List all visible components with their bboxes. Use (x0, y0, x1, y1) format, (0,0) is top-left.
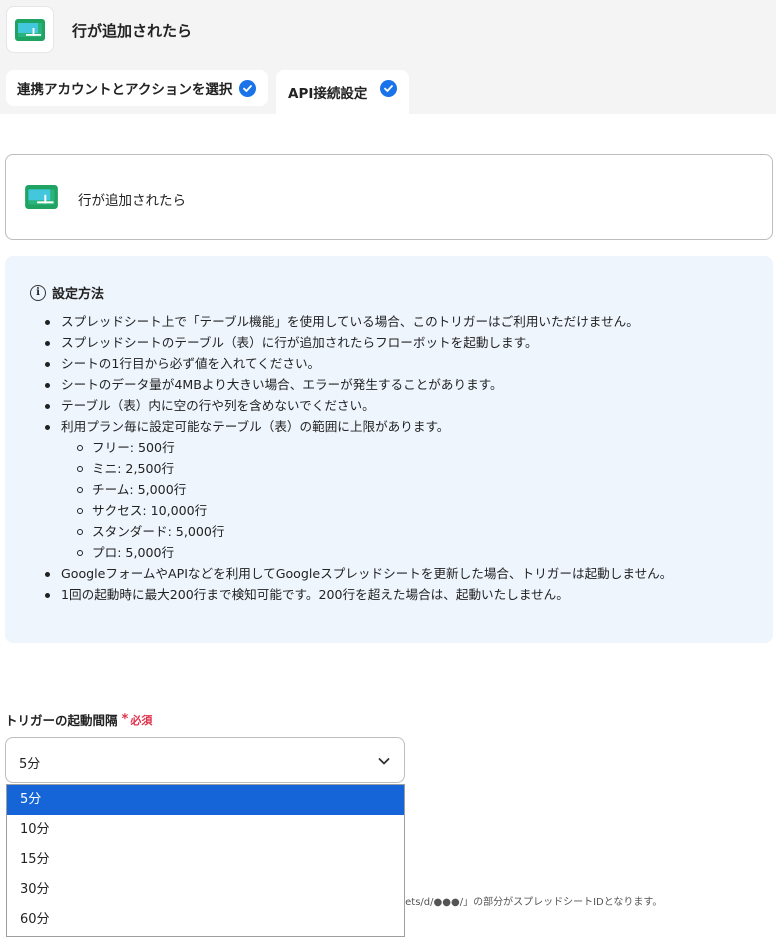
plan-limit-item: チーム: 5,000行 (30, 479, 760, 500)
check-icon (239, 80, 256, 97)
field-label-text: トリガーの起動間隔 (5, 713, 118, 728)
required-asterisk: * (121, 712, 129, 727)
dropdown-option[interactable]: 60分 (7, 905, 404, 935)
google-sheets-icon (25, 185, 58, 209)
header-bar: 行が追加されたら 連携アカウントとアクションを選択 API接続設定 (0, 0, 776, 114)
list-item: テーブル（表）内に空の行や列を含めないでください。 (30, 395, 760, 416)
dropdown-option[interactable]: 5分 (7, 785, 404, 815)
interval-dropdown: 5分 10分 15分 30分 60分 (6, 784, 405, 937)
list-item: 利用プラン毎に設定可能なテーブル（表）の範囲に上限があります。 (30, 416, 760, 437)
plan-limit-item: ミニ: 2,500行 (30, 458, 760, 479)
page-title: 行が追加されたら (72, 22, 193, 40)
list-item: スプレッドシート上で「テーブル機能」を使用している場合、このトリガーはご利用いた… (30, 311, 760, 332)
list-item: シートのデータ量が4MBより大きい場合、エラーが発生することがあります。 (30, 374, 760, 395)
list-item: 1回の起動時に最大200行まで検知可能です。200行を超えた場合は、起動いたしま… (30, 584, 760, 605)
plan-limit-item: フリー: 500行 (30, 437, 760, 458)
tab-label: API接続設定 (288, 86, 368, 102)
plan-limit-item: スタンダード: 5,000行 (30, 521, 760, 542)
dropdown-option[interactable]: 10分 (7, 815, 404, 845)
required-text: 必須 (130, 713, 153, 727)
list-item: GoogleフォームやAPIなどを利用してGoogleスプレッドシートを更新した… (30, 563, 760, 584)
google-sheets-icon (15, 18, 45, 41)
list-item: シートの1行目から必ず値を入れてください。 (30, 353, 760, 374)
instructions-list: スプレッドシート上で「テーブル機能」を使用している場合、このトリガーはご利用いた… (30, 311, 760, 605)
dropdown-option[interactable]: 30分 (7, 875, 404, 905)
tab-account-action[interactable]: 連携アカウントとアクションを選択 (6, 70, 268, 106)
list-item: スプレッドシートのテーブル（表）に行が追加されたらフローボットを起動します。 (30, 332, 760, 353)
instructions-heading: i 設定方法 (30, 283, 104, 302)
select-value: 5分 (19, 757, 41, 772)
check-icon (380, 80, 397, 97)
setup-instructions: i 設定方法 スプレッドシート上で「テーブル機能」を使用している場合、このトリガ… (5, 256, 773, 643)
tab-label: 連携アカウントとアクションを選択 (17, 82, 233, 98)
tab-api-settings[interactable]: API接続設定 (276, 70, 409, 114)
chevron-down-icon (377, 753, 391, 772)
interval-field-label: トリガーの起動間隔 * 必須 (5, 710, 152, 729)
trigger-card[interactable]: 行が追加されたら (5, 154, 773, 240)
info-icon: i (30, 284, 46, 301)
plan-limit-item: サクセス: 10,000行 (30, 500, 760, 521)
spreadsheet-id-hint: eets/d/●●●/」の部分がスプレッドシートIDとなります。 (399, 897, 663, 908)
interval-select[interactable]: 5分 (5, 737, 405, 783)
dropdown-option[interactable]: 15分 (7, 845, 404, 875)
instructions-title: 設定方法 (52, 287, 105, 302)
app-icon-container (6, 6, 54, 53)
trigger-label: 行が追加されたら (78, 193, 186, 209)
plan-limit-item: プロ: 5,000行 (30, 542, 760, 563)
